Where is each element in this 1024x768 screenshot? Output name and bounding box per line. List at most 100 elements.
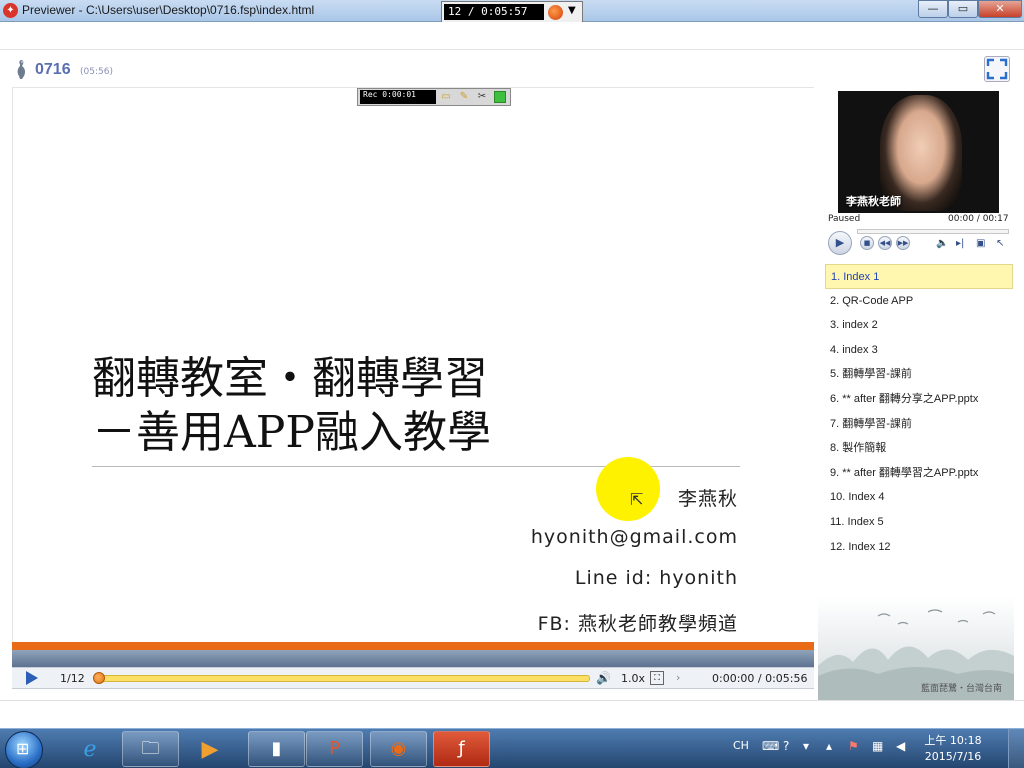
step-icon[interactable]: ▸|	[956, 238, 964, 249]
powerpoint-taskbar-button[interactable]: P	[306, 731, 363, 767]
presenter-name: 李燕秋老師	[846, 195, 901, 208]
index-item[interactable]: 9. ** after 翻轉學習之APP.pptx	[825, 461, 1013, 486]
slide-author-name: 李燕秋	[677, 488, 738, 510]
caption-icon[interactable]: ▣	[976, 238, 985, 249]
slide-title-line2: －善用APP融入教學	[92, 407, 491, 458]
window-controls: — ▭ ✕	[918, 0, 1022, 19]
network-icon[interactable]: ▦	[872, 739, 883, 753]
landscape-caption: 藍面琵鷺・台灣台南	[920, 684, 1002, 694]
volume-icon[interactable]: 🔊	[596, 671, 611, 685]
index-item[interactable]: 5. 翻轉學習-課前	[825, 362, 1013, 387]
options-icon[interactable]: ▾	[803, 739, 809, 753]
slide-author-line-id: Line id: hyonith	[574, 567, 738, 589]
clock-date: 2015/7/16	[924, 750, 982, 763]
slideshow-icon: ◉	[390, 738, 407, 759]
recording-time: Rec 0:00:01	[360, 90, 436, 104]
player-control-bar: 1/12 🔊 1.0x ⛶ › 0:00:00 / 0:05:56	[12, 667, 814, 689]
keyboard-icon[interactable]: ⌨	[762, 739, 779, 753]
rewind-icon[interactable]: ◀◀	[878, 236, 892, 250]
folder-icon: 🗀	[141, 738, 160, 759]
index-item[interactable]: 8. 製作簡報	[825, 436, 1013, 461]
clock-time: 上午 10:18	[924, 734, 982, 747]
index-list: 1. Index 1 2. QR-Code APP 3. index 2 4. ind…	[825, 264, 1013, 559]
system-clock[interactable]: 上午 10:18 2015/7/16	[918, 733, 988, 765]
index-item[interactable]: 6. ** after 翻轉分享之APP.pptx	[825, 387, 1013, 412]
embedded-taskbar-image	[12, 650, 814, 667]
mouse-cursor-icon: ⇱	[630, 490, 644, 509]
maximize-button[interactable]: ▭	[948, 0, 978, 18]
slide-accent-band	[12, 642, 814, 650]
index-item[interactable]: 10. Index 4	[825, 485, 1013, 510]
powerpoint-icon: P	[329, 738, 340, 759]
slide-author-fb: FB: 燕秋老師教學頻道	[537, 613, 738, 635]
media-player-icon[interactable]: ▶	[190, 733, 230, 767]
flash-icon: ƒ	[458, 738, 465, 759]
index-item[interactable]: 1. Index 1	[825, 264, 1013, 289]
slide-title: 翻轉教室・翻轉學習 －善用APP融入教學	[92, 352, 491, 460]
volume-tray-icon[interactable]: ◀	[896, 739, 905, 753]
progress-bar[interactable]	[98, 675, 590, 682]
video-status: Paused	[828, 214, 861, 224]
status-strip	[0, 700, 1024, 728]
internet-explorer-icon[interactable]: ℯ	[70, 733, 110, 767]
index-item[interactable]: 7. 翻轉學習-課前	[825, 412, 1013, 437]
windows-logo-icon: ⊞	[16, 739, 30, 758]
bird-logo-icon	[17, 60, 26, 79]
close-button[interactable]: ✕	[978, 0, 1022, 18]
window-title: Previewer - C:\Users\user\Desktop\0716.f…	[22, 3, 315, 17]
index-item[interactable]: 12. Index 12	[825, 535, 1013, 560]
show-desktop-button[interactable]	[1008, 729, 1024, 768]
index-item[interactable]: 2. QR-Code APP	[825, 289, 1013, 314]
recorder-app-icon: ▮	[271, 738, 282, 759]
previewer-app-icon: ✦	[3, 3, 18, 18]
recording-toolbar: Rec 0:00:01 ▭ ✎ ✂	[357, 88, 511, 106]
help-icon[interactable]: ?	[783, 739, 789, 753]
explorer-taskbar-button[interactable]: 🗀	[122, 731, 179, 767]
egret-landscape-image: 藍面琵鷺・台灣台南	[818, 596, 1014, 700]
progress-knob[interactable]	[93, 672, 105, 684]
green-square-icon[interactable]	[494, 91, 506, 103]
video-play-icon[interactable]: ▶	[828, 231, 852, 255]
fit-screen-icon[interactable]: ⛶	[650, 671, 664, 685]
pointer-highlight	[596, 457, 660, 521]
play-icon[interactable]	[26, 671, 38, 685]
speaker-icon[interactable]: 🔈	[936, 238, 948, 249]
recorder-widget[interactable]: 12 / 0:05:57 ▼	[441, 1, 583, 23]
course-title: 0716	[35, 61, 71, 78]
window-titlebar: ✦ Previewer - C:\Users\user\Desktop\0716…	[0, 0, 1024, 23]
recorder-counter: 12 / 0:05:57	[444, 4, 544, 20]
index-item[interactable]: 11. Index 5	[825, 510, 1013, 535]
expand-tray-icon[interactable]: ▴	[826, 739, 832, 753]
index-item[interactable]: 4. index 3	[825, 338, 1013, 363]
previewer-taskbar-button[interactable]: ƒ	[433, 731, 490, 767]
start-button[interactable]: ⊞	[5, 731, 43, 768]
video-time: 00:00 / 00:17	[948, 214, 1009, 224]
comment-icon[interactable]: ▭	[440, 91, 452, 103]
slide-title-line1: 翻轉教室・翻轉學習	[92, 353, 488, 404]
page-counter: 1/12	[60, 672, 85, 685]
presenter-video[interactable]: 李燕秋老師	[838, 91, 999, 213]
slide-author-email: hyonith@gmail.com	[530, 526, 738, 548]
video-controls: ▶ ■ ◀◀ ▶▶ 🔈 ▸| ▣ ↖	[826, 230, 1016, 256]
record-icon[interactable]	[548, 5, 563, 20]
minimize-button[interactable]: —	[918, 0, 948, 18]
language-indicator[interactable]: CH	[733, 739, 749, 752]
stop-icon[interactable]: ■	[860, 236, 874, 250]
index-item[interactable]: 3. index 2	[825, 313, 1013, 338]
windows-taskbar: ⊞ ℯ 🗀 ▶ ▮ P ◉ ƒ CH ⌨ ? ▾ ▴ ⚑ ▦ ◀ 上午 10:1…	[0, 728, 1024, 768]
scissors-icon[interactable]: ✂	[476, 91, 488, 103]
action-center-icon[interactable]: ⚑	[848, 739, 859, 753]
next-icon[interactable]: ›	[676, 671, 680, 684]
playback-time: 0:00:00 / 0:05:56	[712, 672, 808, 685]
fast-forward-icon[interactable]: ▶▶	[896, 236, 910, 250]
recorder-taskbar-button[interactable]: ▮	[248, 731, 305, 767]
course-duration: (05:56)	[80, 67, 113, 77]
slideshow-taskbar-button[interactable]: ◉	[370, 731, 427, 767]
pointer-icon[interactable]: ↖	[996, 238, 1004, 249]
fullscreen-button[interactable]	[984, 56, 1010, 82]
course-header: 0716 (05:56)	[0, 52, 1024, 86]
toolbar-strip	[0, 22, 1024, 50]
chevron-down-icon[interactable]: ▼	[568, 5, 576, 16]
playback-speed[interactable]: 1.0x	[621, 672, 645, 685]
pen-icon[interactable]: ✎	[458, 91, 470, 103]
